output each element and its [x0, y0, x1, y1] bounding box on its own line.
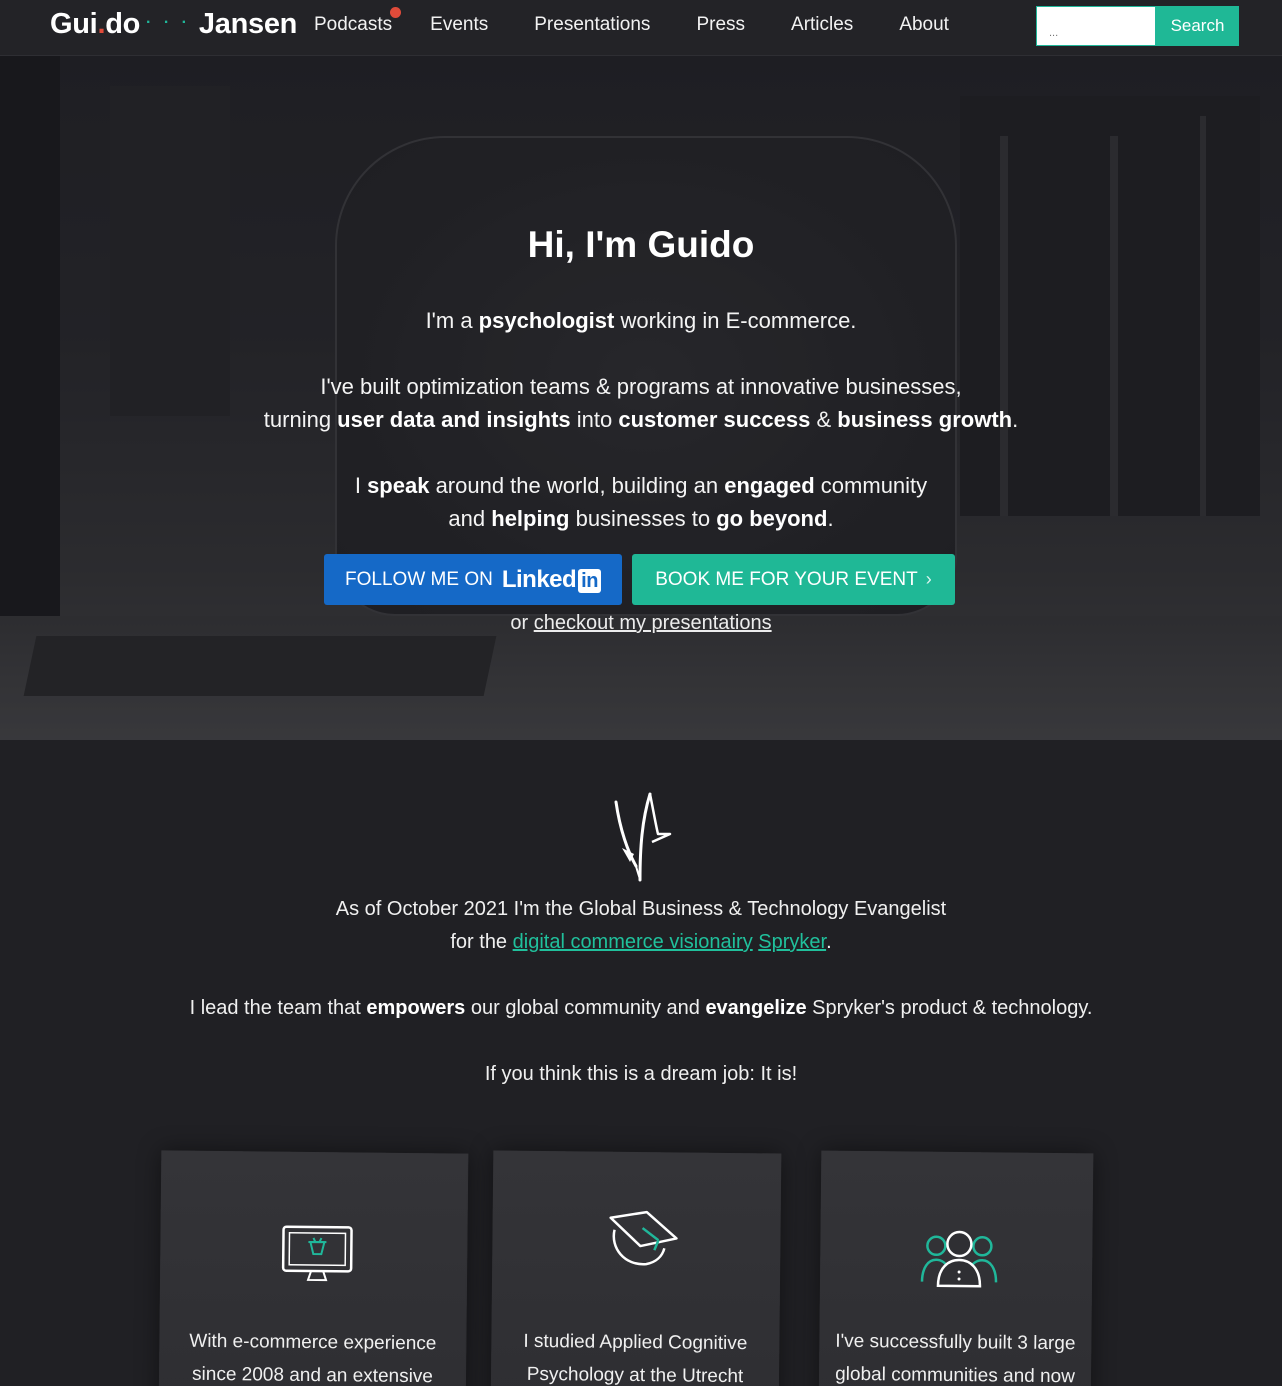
- dream-job-line: If you think this is a dream job: It is!: [484, 1063, 798, 1085]
- spryker-link[interactable]: Spryker: [758, 931, 826, 953]
- experience-card-line-1: With e-commerce experience: [189, 1330, 437, 1355]
- education-card-line-1: I studied Applied Cognitive: [523, 1330, 748, 1355]
- community-people-icon: [920, 1230, 998, 1288]
- nav-link-about[interactable]: About: [899, 14, 949, 36]
- checkout-presentations-link[interactable]: checkout my presentations: [534, 612, 772, 634]
- community-card: I've successfully built 3 large global c…: [818, 1150, 1094, 1386]
- logo-dot: .: [97, 8, 106, 40]
- digital-commerce-link[interactable]: digital commerce visionairy: [513, 931, 753, 953]
- evangelist-line-1: As of October 2021 I'm the Global Busine…: [335, 898, 947, 920]
- follow-linkedin-label: FOLLOW ME ON: [345, 568, 493, 590]
- community-card-line-1: I've successfully built 3 large: [835, 1330, 1076, 1355]
- search-button[interactable]: Search: [1156, 6, 1239, 46]
- book-event-button[interactable]: BOOK ME FOR YOUR EVENT ›: [632, 554, 955, 605]
- spryker-emblem-icon: [614, 792, 672, 882]
- presentations-link-line: or checkout my presentations: [510, 612, 772, 634]
- logo-part-do: do: [105, 8, 141, 40]
- main-menu: Podcasts Events Presentations Press Arti…: [314, 7, 995, 36]
- follow-linkedin-button[interactable]: FOLLOW ME ON Linked in: [324, 554, 622, 605]
- experience-card-line-2: since 2008 and an extensive: [191, 1363, 434, 1386]
- linkedin-logo-icon: Linked in: [502, 566, 601, 594]
- team-description: I lead the team that empowers our global…: [189, 997, 1093, 1019]
- ecommerce-monitor-icon: [281, 1225, 353, 1282]
- community-card-line-2: global communities and now: [835, 1363, 1075, 1386]
- logo-part-jansen: Jansen: [198, 8, 298, 40]
- hero-description-line-1: I've built optimization teams & programs…: [320, 374, 962, 399]
- graduation-cap-icon: [609, 1210, 678, 1266]
- notification-dot-icon: [390, 7, 402, 18]
- evangelist-line-2: for the digital commerce visionairy Spry…: [450, 931, 832, 953]
- education-card-line-2: Psychology at the Utrecht: [526, 1363, 744, 1386]
- nav-link-podcasts[interactable]: Podcasts: [314, 7, 402, 36]
- nav-link-articles[interactable]: Articles: [791, 14, 853, 36]
- experience-card: With e-commerce experience since 2008 an…: [158, 1150, 469, 1386]
- chevron-right-icon: ›: [925, 569, 932, 589]
- hero-description-line-2: turning user data and insights into cust…: [263, 407, 1019, 432]
- education-card: I studied Applied Cognitive Psychology a…: [490, 1150, 782, 1386]
- book-event-label: BOOK ME FOR YOUR EVENT: [655, 568, 918, 590]
- top-navbar: Gui. do · · · Jansen Podcasts Events Presen…: [0, 0, 1282, 56]
- logo-part-gui: Gui: [50, 8, 98, 40]
- hero-speaker-line-1: I speak around the world, building an en…: [354, 473, 928, 498]
- nav-link-press[interactable]: Press: [696, 14, 745, 36]
- nav-link-presentations[interactable]: Presentations: [534, 14, 650, 36]
- hero-title: Hi, I'm Guido: [527, 224, 755, 265]
- hero-intro-line: I'm a psychologist working in E-commerce…: [425, 308, 857, 333]
- hero-section: Hi, I'm Guido I'm a psychologist working…: [0, 56, 1282, 740]
- nav-link-podcasts-label: Podcasts: [314, 14, 393, 35]
- search-form: Search: [1036, 6, 1239, 46]
- nav-link-events[interactable]: Events: [430, 14, 488, 36]
- logo-separator: · · ·: [146, 14, 191, 31]
- site-logo[interactable]: Gui. do · · · Jansen: [50, 8, 297, 41]
- hero-speaker-line-2: and helping businesses to go beyond.: [448, 506, 834, 531]
- search-input[interactable]: [1036, 6, 1156, 46]
